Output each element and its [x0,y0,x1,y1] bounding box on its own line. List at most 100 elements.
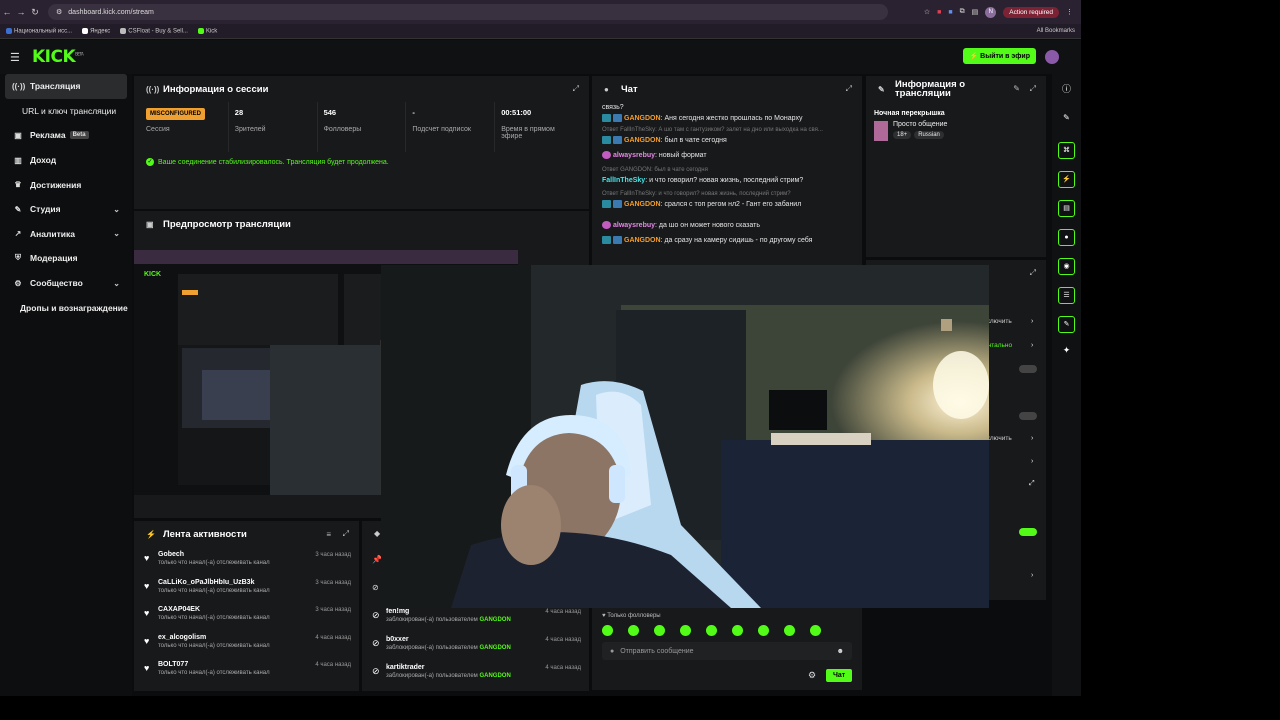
chat-message[interactable]: FallInTheSky: и что говорил? новая жизнь… [592,175,862,188]
sidebar-item-stream[interactable]: ((·)) Трансляция [5,74,127,99]
edit-icon[interactable]: ✎ [1052,113,1081,122]
chevron-down-icon: ⌄ [113,278,120,288]
sidebar-item-community[interactable]: ⚙ Сообщество ⌄ [0,271,132,296]
extensions-icon[interactable]: ⧉ [960,8,965,16]
toggle-switch[interactable] [1019,412,1037,420]
chat-message[interactable]: GANGDON: да сразу на камеру сидишь - по … [592,235,862,248]
rail-button[interactable]: ⌘ [1058,142,1075,159]
emote-icon[interactable] [706,625,717,636]
add-widget-icon[interactable]: ✦ [1052,345,1081,356]
emote-icon[interactable] [758,625,769,636]
bookmark-item[interactable]: Яндекс [82,27,110,34]
activity-feed-panel: ⚡ Лента активности ≡ ⤢ ♥ Gobech только что … [134,521,359,691]
external-link-icon[interactable]: ⤢ [1029,480,1035,488]
category-thumbnail [874,121,888,141]
tag-badge: Russian [914,131,944,139]
stack-icon[interactable]: ☰ [1058,287,1075,304]
chevron-right-icon[interactable]: › [1031,458,1033,465]
send-chat-button[interactable]: Чат [826,669,853,682]
broadcast-icon[interactable]: ◉ [1058,258,1075,275]
chevron-right-icon[interactable]: › [1031,342,1033,349]
popout-icon[interactable]: ⤢ [573,84,579,94]
filter-icon[interactable]: ≡ [326,530,331,539]
edit-icon[interactable]: ✎ [1013,84,1020,93]
chat-message[interactable]: GANGDON: срался с топ регом нл2 - Гант е… [592,199,862,212]
sidebar-item-ads[interactable]: ▣ Реклама Beta [0,123,132,148]
go-live-button[interactable]: ⚡ Выйти в эфир [963,48,1036,64]
popout-icon[interactable]: ⤢ [846,84,852,94]
emoji-icon[interactable]: ☻ [837,648,844,655]
bookmarks-bar: Национальный исс... Яндекс CSFloat - Buy… [0,24,1081,39]
sidebar-item-achievements[interactable]: ♛ Достижения [0,172,132,197]
kebab-menu-icon[interactable]: ⋮ [1066,8,1073,16]
reload-icon[interactable]: ↻ [28,7,42,18]
analytics-icon: ↗ [14,229,22,239]
sidebar-item-analytics[interactable]: ↗ Аналитика ⌄ [0,222,132,247]
kick-logo[interactable]: KICKBETA [32,47,84,67]
address-bar[interactable]: ⚙ dashboard.kick.com/stream [48,4,888,20]
chevron-right-icon[interactable]: › [1031,318,1033,325]
extension-icon[interactable]: ■ [937,9,941,16]
bookmark-item[interactable]: Kick [197,27,217,34]
popout-icon[interactable]: ⤢ [1030,84,1036,94]
sidebar-item-income[interactable]: ▥ Доход [0,148,132,173]
chat-message[interactable]: alwaysrebuy: новый формат [592,150,862,163]
emote-icon[interactable] [732,625,743,636]
site-info-icon[interactable]: ⚙ [56,8,62,16]
emote-icon[interactable] [654,625,665,636]
svg-text:KICK: KICK [144,271,161,278]
chevron-right-icon[interactable]: › [1031,572,1033,579]
chat-message[interactable]: alwaysrebuy: да шо он может нового сказа… [592,220,862,233]
emote-icon[interactable] [628,625,639,636]
emote-icon[interactable] [810,625,821,636]
sidebar-item-studio[interactable]: ✎ Студия ⌄ [0,197,132,222]
list-item: ♥ ex_alcogolism только что начал(-а) отсле… [144,633,351,649]
chat-icon[interactable]: ● [1058,229,1075,246]
action-required-button[interactable]: Action required [1003,6,1059,18]
chat-message[interactable]: GANGDON: был в чате сегодня [592,135,862,148]
wrench-icon[interactable]: ✎ [1058,316,1075,333]
emote-icon[interactable] [602,625,613,636]
chart-icon: ▥ [14,155,22,165]
chevron-right-icon[interactable]: › [1031,435,1033,442]
back-icon[interactable]: ← [0,7,14,17]
info-icon[interactable]: ⓘ [1052,82,1081,95]
stat-live-time: 00:51:00 Время в прямом эфире [501,108,555,140]
lightning-icon[interactable]: ⚡ [1058,171,1075,188]
menu-icon[interactable]: ☰ [10,51,24,64]
stream-info-panel: ✎ Информация о трансляции ✎ ⤢ Ночная пере… [866,76,1046,257]
profile-avatar[interactable]: N [985,6,997,18]
sidebar-item-url-key[interactable]: URL и ключ трансляции [0,99,132,124]
dashboard-header: ☰ KICKBETA ⚡ Выйти в эфир [0,40,1081,74]
list-item: ♥ CAXAP04EK только что начал(-а) отслежива… [144,606,351,621]
emote-icon[interactable] [680,625,691,636]
stat-subs: - Подсчет подписок [406,102,496,152]
forward-icon[interactable]: → [14,7,28,17]
bookmark-item[interactable]: CSFloat - Buy & Sell... [120,27,188,34]
popout-icon[interactable]: ⤢ [343,529,349,539]
connection-status: ✓ Ваше соединение стабилизировалось. Тран… [146,158,389,166]
sidebar-item-drops[interactable]: Дропы и вознаграждение [0,295,132,320]
sidebar-item-moderation[interactable]: ⛨ Модерация [0,246,132,271]
tab-list-icon[interactable]: ▤ [972,8,979,16]
bookmark-item[interactable]: Национальный исс... [6,27,72,34]
chat-message: связь? [602,104,624,111]
chat-message[interactable]: GANGDON: Аня сегодня жестко прошлась по … [592,113,862,126]
star-icon[interactable]: ☆ [924,8,930,16]
list-item: ⊘ kartiktrader заблокирован(-а) пользовате… [372,664,581,679]
followers-only-label: ♥ Только фолловеры [602,613,661,619]
extension-icon[interactable]: ■ [948,9,952,16]
toggle-switch[interactable] [1019,365,1037,373]
panel-title: Информация о сессии [163,83,269,95]
emote-bar [602,625,821,636]
toggle-switch-on[interactable] [1019,528,1037,536]
tag-badge: 18+ [893,131,912,139]
document-icon[interactable]: ▤ [1058,200,1075,217]
user-avatar[interactable] [1045,50,1059,64]
emote-icon[interactable] [784,625,795,636]
popout-icon[interactable]: ⤢ [1030,268,1036,278]
all-bookmarks[interactable]: All Bookmarks [1037,28,1081,34]
chat-input[interactable]: ● Отправить сообщение ☻ [602,642,852,660]
chat-settings-icon[interactable]: ⚙ [808,670,816,681]
stat-followers: 546 Фолловеры [318,102,407,152]
